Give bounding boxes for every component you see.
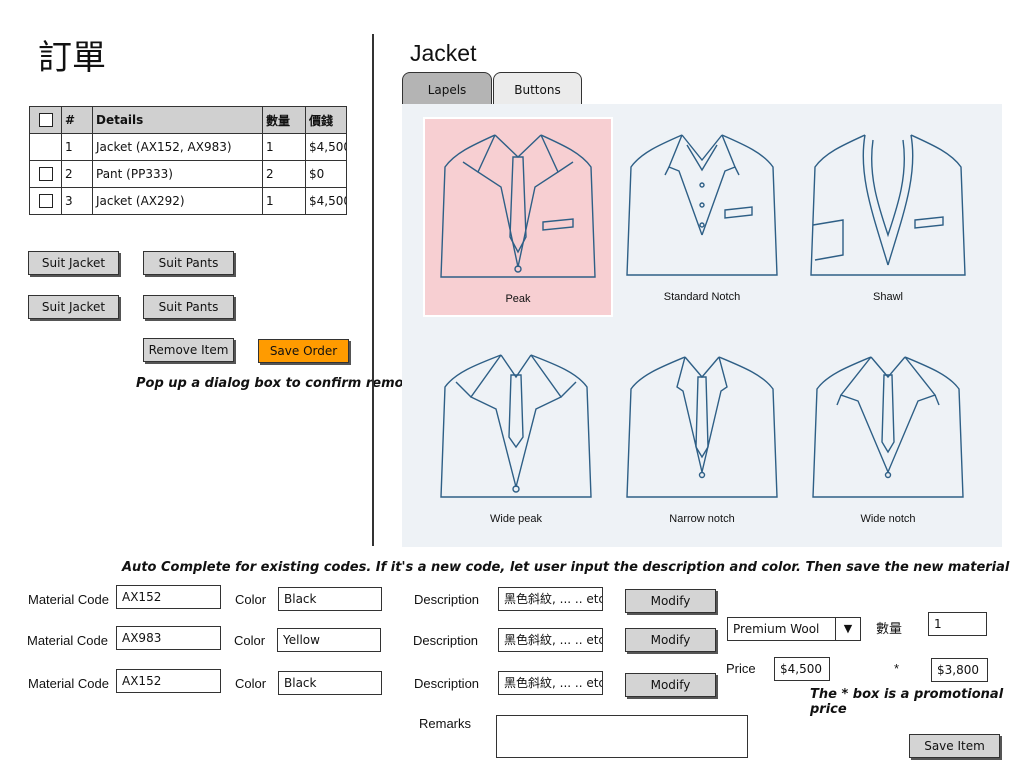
style-label-wide-notch: Wide notch <box>860 513 916 525</box>
table-row[interactable]: 3 Jacket (AX292) 1 $4,500 <box>29 187 347 215</box>
material-code-input[interactable]: AX152 <box>116 669 221 693</box>
price-label: Price <box>726 661 756 676</box>
col-price: 價錢 <box>305 106 347 134</box>
col-qty: 數量 <box>262 106 306 134</box>
style-label-shawl: Shawl <box>873 291 903 303</box>
description-input[interactable]: 黑色斜紋, ... .. etc <box>498 671 603 695</box>
jacket-wide-notch-icon <box>812 356 964 498</box>
description-label: Description <box>413 633 479 648</box>
modify-button[interactable]: Modify <box>625 628 716 652</box>
row-num: 3 <box>61 187 93 215</box>
row-checkbox[interactable] <box>29 160 62 188</box>
remarks-label: Remarks <box>419 716 472 731</box>
row-qty: 2 <box>262 160 306 188</box>
style-label-wide-peak: Wide peak <box>490 513 542 525</box>
col-num: # <box>61 106 93 134</box>
lapel-style-panel: Peak Standard Notch Shawl Wide peak Narr… <box>402 104 1002 547</box>
order-table: # Details 數量 價錢 1 Jacket (AX152, AX983) … <box>29 106 347 215</box>
row-price: $0 <box>305 160 347 188</box>
table-row[interactable]: 1 Jacket (AX152, AX983) 1 $4,500 <box>29 133 347 161</box>
jacket-peak-icon <box>440 134 596 278</box>
style-option-standard-notch[interactable]: Standard Notch <box>609 117 795 313</box>
suit-jacket-button[interactable]: Suit Jacket <box>28 251 119 275</box>
style-option-shawl[interactable]: Shawl <box>795 117 981 313</box>
row-price: $4,500 <box>305 187 347 215</box>
material-code-label: Material Code <box>28 592 109 607</box>
color-input[interactable]: Yellow <box>277 628 381 652</box>
promo-note: The * box is a promotional price <box>810 687 1004 717</box>
description-label: Description <box>414 676 480 691</box>
jacket-shawl-icon <box>810 134 966 276</box>
row-qty: 1 <box>262 187 306 215</box>
row-checkbox[interactable] <box>29 187 62 215</box>
save-order-button[interactable]: Save Order <box>258 339 349 363</box>
row-details: Jacket (AX292) <box>92 187 263 215</box>
suit-pants-button[interactable]: Suit Pants <box>143 251 234 275</box>
material-code-input[interactable]: AX983 <box>116 626 221 650</box>
modify-button[interactable]: Modify <box>625 673 716 697</box>
remove-item-button[interactable]: Remove Item <box>143 338 234 362</box>
row-price: $4,500 <box>305 133 347 161</box>
color-input[interactable]: Black <box>278 671 382 695</box>
row-num: 1 <box>61 133 93 161</box>
material-code-label: Material Code <box>28 676 109 691</box>
style-label-peak: Peak <box>505 293 531 305</box>
table-row[interactable]: 2 Pant (PP333) 2 $0 <box>29 160 347 188</box>
style-option-wide-peak[interactable]: Wide peak <box>423 339 609 535</box>
table-header-row: # Details 數量 價錢 <box>29 106 347 134</box>
order-title: 訂單 <box>38 38 106 78</box>
color-label: Color <box>235 676 267 691</box>
select-all-checkbox[interactable] <box>29 106 62 134</box>
description-input[interactable]: 黑色斜紋, ... .. etc <box>498 587 603 611</box>
autocomplete-note: Auto Complete for existing codes. If it'… <box>122 560 1010 575</box>
material-code-input[interactable]: AX152 <box>116 585 221 609</box>
style-label-narrow-notch: Narrow notch <box>669 513 735 525</box>
promo-star: * <box>894 661 900 676</box>
material-code-label: Material Code <box>27 633 108 648</box>
fabric-select-value: Premium Wool <box>733 622 820 636</box>
jacket-standard-notch-icon <box>626 134 778 276</box>
tab-lapels[interactable]: Lapels <box>402 72 492 105</box>
suit-pants-button-2[interactable]: Suit Pants <box>143 295 234 319</box>
col-details: Details <box>92 106 263 134</box>
row-details: Jacket (AX152, AX983) <box>92 133 263 161</box>
jacket-title: Jacket <box>410 40 477 66</box>
qty-label: 數量 <box>876 621 903 636</box>
style-option-narrow-notch[interactable]: Narrow notch <box>609 339 795 535</box>
style-option-peak[interactable]: Peak <box>423 117 613 317</box>
row-details: Pant (PP333) <box>92 160 263 188</box>
vertical-divider <box>372 34 374 546</box>
promo-price-input[interactable]: $3,800 <box>931 658 988 682</box>
row-checkbox-cell <box>29 133 62 161</box>
save-item-button[interactable]: Save Item <box>909 734 1000 758</box>
description-input[interactable]: 黑色斜紋, ... .. etc <box>498 628 603 652</box>
price-input[interactable]: $4,500 <box>774 657 830 681</box>
jacket-narrow-notch-icon <box>626 356 778 498</box>
tab-buttons[interactable]: Buttons <box>493 72 582 105</box>
jacket-wide-peak-icon <box>440 354 592 498</box>
remarks-textarea[interactable] <box>496 715 748 758</box>
row-num: 2 <box>61 160 93 188</box>
suit-jacket-button-2[interactable]: Suit Jacket <box>28 295 119 319</box>
qty-input[interactable]: 1 <box>928 612 987 636</box>
row-qty: 1 <box>262 133 306 161</box>
remove-note: Pop up a dialog box to confirm removal <box>136 376 426 391</box>
fabric-select[interactable]: Premium Wool ▼ <box>727 617 861 641</box>
chevron-down-icon[interactable]: ▼ <box>835 618 860 640</box>
style-label-standard-notch: Standard Notch <box>663 291 741 303</box>
color-label: Color <box>235 592 267 607</box>
description-label: Description <box>414 592 480 607</box>
modify-button[interactable]: Modify <box>625 589 716 613</box>
style-option-wide-notch[interactable]: Wide notch <box>795 339 981 535</box>
color-label: Color <box>234 633 266 648</box>
color-input[interactable]: Black <box>278 587 382 611</box>
